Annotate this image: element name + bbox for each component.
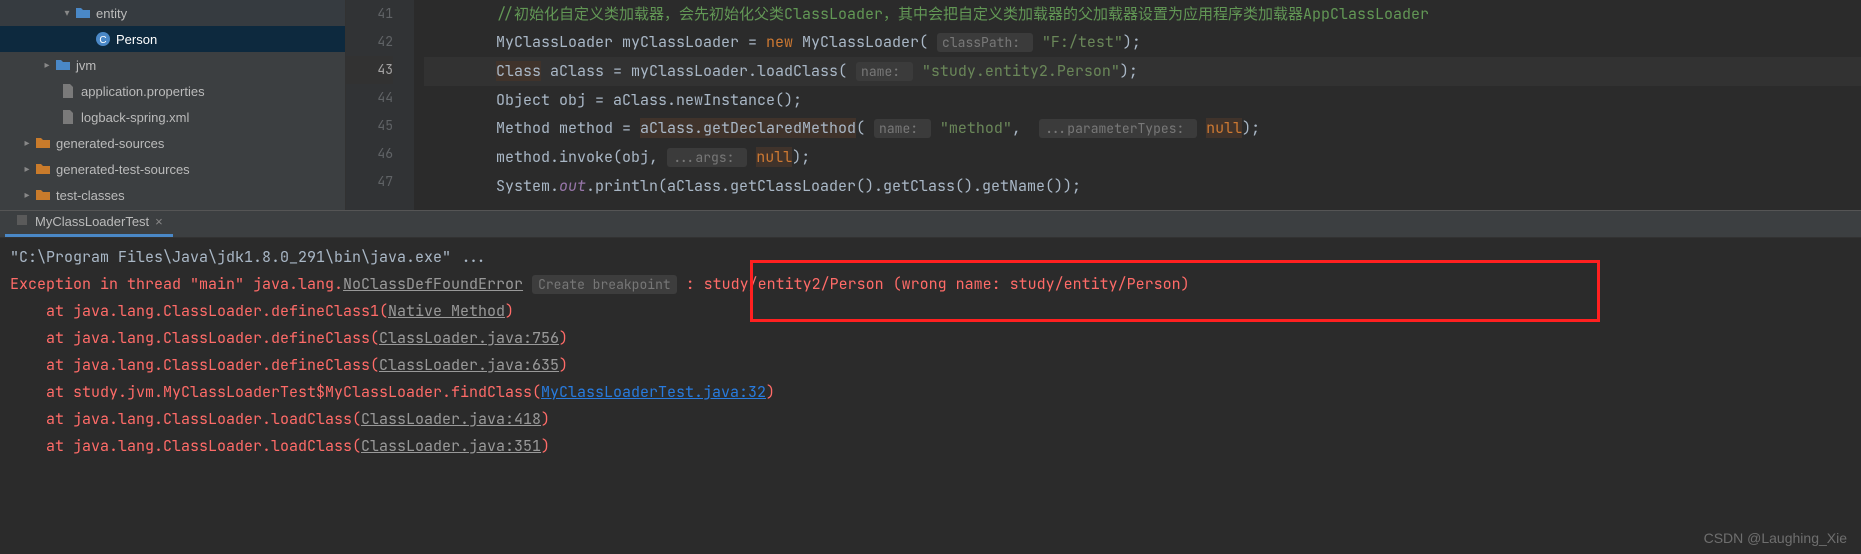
console-command: "C:\Program Files\Java\jdk1.8.0_291\bin\… [10,244,1851,271]
code-line[interactable]: Method method = aClass.getDeclaredMethod… [424,114,1861,143]
run-icon [15,213,29,230]
tree-item-generated-sources[interactable]: ▸ generated-sources [0,130,345,156]
tree-item-application-properties[interactable]: application.properties [0,78,345,104]
code-editor[interactable]: 41424344454647 //初始化自定义类加载器，会先初始化父类Class… [346,0,1861,210]
close-icon[interactable]: × [155,214,163,229]
console-tab-bar: MyClassLoaderTest × [0,210,1861,238]
chevron-icon: ▸ [40,60,54,71]
tree-item-generated-test-sources[interactable]: ▸ generated-test-sources [0,156,345,182]
stack-frame: at java.lang.ClassLoader.defineClass1(Na… [10,298,1851,325]
chevron-icon: ▾ [60,8,74,19]
tree-item-label: generated-test-sources [56,162,190,177]
chevron-icon: ▸ [20,190,34,201]
console-tab-label: MyClassLoaderTest [35,214,149,229]
stack-frame: at java.lang.ClassLoader.loadClass(Class… [10,406,1851,433]
tree-item-entity[interactable]: ▾ entity [0,0,345,26]
line-number: 41 [346,0,393,28]
tree-item-test-classes[interactable]: ▸ test-classes [0,182,345,208]
tree-item-label: logback-spring.xml [81,110,189,125]
source-link[interactable]: ClassLoader.java:635 [379,355,559,375]
stack-frame: at java.lang.ClassLoader.defineClass(Cla… [10,325,1851,352]
source-link[interactable]: Native Method [388,301,505,321]
code-line[interactable]: Class aClass = myClassLoader.loadClass( … [424,57,1861,86]
chevron-icon: ▸ [20,164,34,175]
code-line[interactable]: System.out.println(aClass.getClassLoader… [424,172,1861,200]
tree-item-label: application.properties [81,84,205,99]
code-line[interactable]: MyClassLoader myClassLoader = new MyClas… [424,28,1861,57]
console-exception-line: Exception in thread "main" java.lang.NoC… [10,271,1851,298]
line-number: 43 [346,56,393,84]
stack-frame: at java.lang.ClassLoader.loadClass(Class… [10,433,1851,460]
exception-class-link[interactable]: NoClassDefFoundError [343,274,523,294]
code-line[interactable]: method.invoke(obj, ...args: null); [424,143,1861,172]
project-tree[interactable]: ▾ entity C Person ▸ jvm application.properties… [0,0,346,210]
stack-frame: at study.jvm.MyClassLoaderTest$MyClassLo… [10,379,1851,406]
tree-item-jvm[interactable]: ▸ jvm [0,52,345,78]
console-tab[interactable]: MyClassLoaderTest × [5,209,173,237]
chevron-icon: ▸ [20,138,34,149]
svg-text:C: C [99,35,106,46]
tree-item-label: Person [116,32,157,47]
tree-item-label: test-classes [56,188,125,203]
code-line[interactable]: //初始化自定义类加载器，会先初始化父类ClassLoader，其中会把自定义类… [424,0,1861,28]
source-link[interactable]: ClassLoader.java:351 [361,436,541,456]
create-breakpoint-hint[interactable]: Create breakpoint [532,275,677,294]
line-number: 44 [346,84,393,112]
stack-frame: at java.lang.ClassLoader.defineClass(Cla… [10,352,1851,379]
source-link[interactable]: MyClassLoaderTest.java:32 [541,382,766,402]
source-link[interactable]: ClassLoader.java:418 [361,409,541,429]
tree-item-label: generated-sources [56,136,164,151]
line-number: 42 [346,28,393,56]
console-output[interactable]: "C:\Program Files\Java\jdk1.8.0_291\bin\… [0,238,1861,554]
tree-item-logback-spring-xml[interactable]: logback-spring.xml [0,104,345,130]
line-number: 46 [346,140,393,168]
source-link[interactable]: ClassLoader.java:756 [379,328,559,348]
tree-item-label: jvm [76,58,96,73]
editor-code-area[interactable]: //初始化自定义类加载器，会先初始化父类ClassLoader，其中会把自定义类… [414,0,1861,210]
line-number: 45 [346,112,393,140]
line-number: 47 [346,168,393,196]
tree-item-person[interactable]: C Person [0,26,345,52]
code-line[interactable]: Object obj = aClass.newInstance(); [424,86,1861,114]
watermark: CSDN @Laughing_Xie [1704,530,1847,546]
tree-item-label: entity [96,6,127,21]
editor-gutter: 41424344454647 [346,0,414,210]
